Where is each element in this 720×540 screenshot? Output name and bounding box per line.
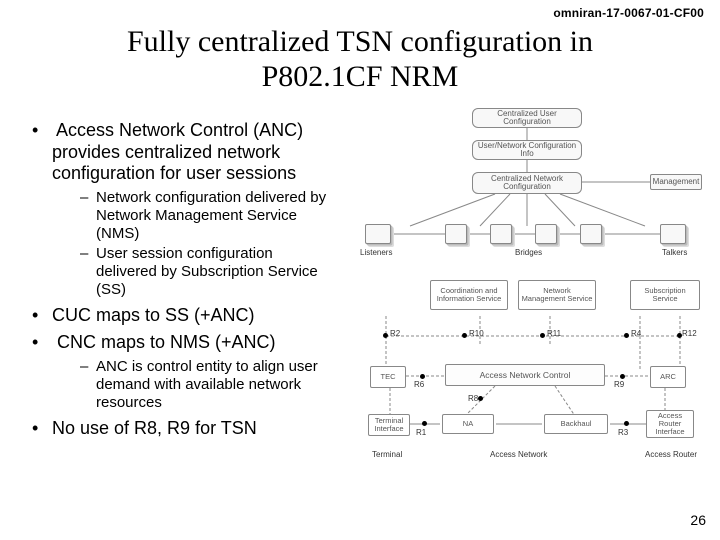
fig2-accessnetwork-lbl: Access Network <box>490 450 547 459</box>
fig2-accessrouter-lbl: Access Router <box>645 450 697 459</box>
fig2-terminal-lbl: Terminal <box>372 450 402 459</box>
bullet-content: Access Network Control (ANC) provides ce… <box>32 120 332 446</box>
bullet-1: Access Network Control (ANC) provides ce… <box>32 120 332 299</box>
title-line-2: P802.1CF NRM <box>262 60 459 93</box>
fig1-bridge-4 <box>580 224 602 244</box>
fig1-listener-box <box>365 224 391 244</box>
figure-tsn-overview: Centralized User Configuration User/Netw… <box>350 106 705 262</box>
fig2-r10-dot <box>462 333 467 338</box>
page-number: 26 <box>690 512 706 528</box>
fig2-ari-box: Access Router Interface <box>646 410 694 438</box>
fig2-r8-lbl: R8 <box>468 394 478 403</box>
fig1-mgmt-box: Management <box>650 174 702 190</box>
fig2-r12-lbl: R12 <box>682 329 697 338</box>
bullet-4: No use of R8, R9 for TSN <box>32 418 332 440</box>
fig2-ss-box: Subscription Service <box>630 280 700 310</box>
fig1-bridge-2 <box>490 224 512 244</box>
fig1-cuc-box: Centralized User Configuration <box>472 108 582 128</box>
fig2-r1-lbl: R1 <box>416 428 426 437</box>
bullet-1-text: Access Network Control (ANC) provides ce… <box>52 120 303 183</box>
title-line-1: Fully centralized TSN configuration in <box>127 25 593 58</box>
fig2-nms-box: Network Management Service <box>518 280 596 310</box>
fig2-na-box: NA <box>442 414 494 434</box>
fig2-r3-lbl: R3 <box>618 428 628 437</box>
fig2-r3-dot <box>624 421 629 426</box>
bullet-1-sub-1: Network configuration delivered by Netwo… <box>80 189 332 243</box>
fig2-r4-dot <box>624 333 629 338</box>
fig2-r2-dot <box>383 333 388 338</box>
fig2-tec-box: TEC <box>370 366 406 388</box>
bullet-2: CUC maps to SS (+ANC) <box>32 305 332 327</box>
bullet-3-sub-1: ANC is control entity to align user dema… <box>80 358 332 412</box>
fig1-info-box: User/Network Configuration Info <box>472 140 582 160</box>
fig1-bridges-label: Bridges <box>515 248 542 257</box>
fig1-talker-box <box>660 224 686 244</box>
fig1-bridge-3 <box>535 224 557 244</box>
fig2-r11-dot <box>540 333 545 338</box>
bullet-3: CNC maps to NMS (+ANC) ANC is control en… <box>32 332 332 412</box>
figure-nrm-refpts: Coordination and Information Service Net… <box>350 276 705 466</box>
fig1-talkers-label: Talkers <box>662 248 687 257</box>
page-title: Fully centralized TSN configuration in P… <box>0 24 720 95</box>
fig1-listeners-label: Listeners <box>360 248 392 257</box>
fig2-bh-box: Backhaul <box>544 414 608 434</box>
fig2-r6-dot <box>420 374 425 379</box>
fig1-cnc-box: Centralized Network Configuration <box>472 172 582 194</box>
fig2-r10-lbl: R10 <box>469 329 484 338</box>
figures-area: Centralized User Configuration User/Netw… <box>350 106 705 466</box>
fig2-r6-lbl: R6 <box>414 380 424 389</box>
fig2-anc-box: Access Network Control <box>445 364 605 386</box>
fig2-cis-box: Coordination and Information Service <box>430 280 508 310</box>
fig1-bridge-1 <box>445 224 467 244</box>
fig2-r1-dot <box>422 421 427 426</box>
bullet-3-text: CNC maps to NMS (+ANC) <box>57 332 276 352</box>
fig2-r11-lbl: R11 <box>547 329 561 338</box>
fig2-r9-lbl: R9 <box>614 380 624 389</box>
fig2-r4-lbl: R4 <box>631 329 641 338</box>
fig2-r2-lbl: R2 <box>390 329 400 338</box>
bullet-1-sub-2: User session configuration delivered by … <box>80 245 332 299</box>
fig2-arc-box: ARC <box>650 366 686 388</box>
fig2-r8-dot <box>478 396 483 401</box>
fig2-ti-box: Terminal Interface <box>368 414 410 436</box>
doc-id: omniran-17-0067-01-CF00 <box>553 6 704 20</box>
fig2-r9-dot <box>620 374 625 379</box>
